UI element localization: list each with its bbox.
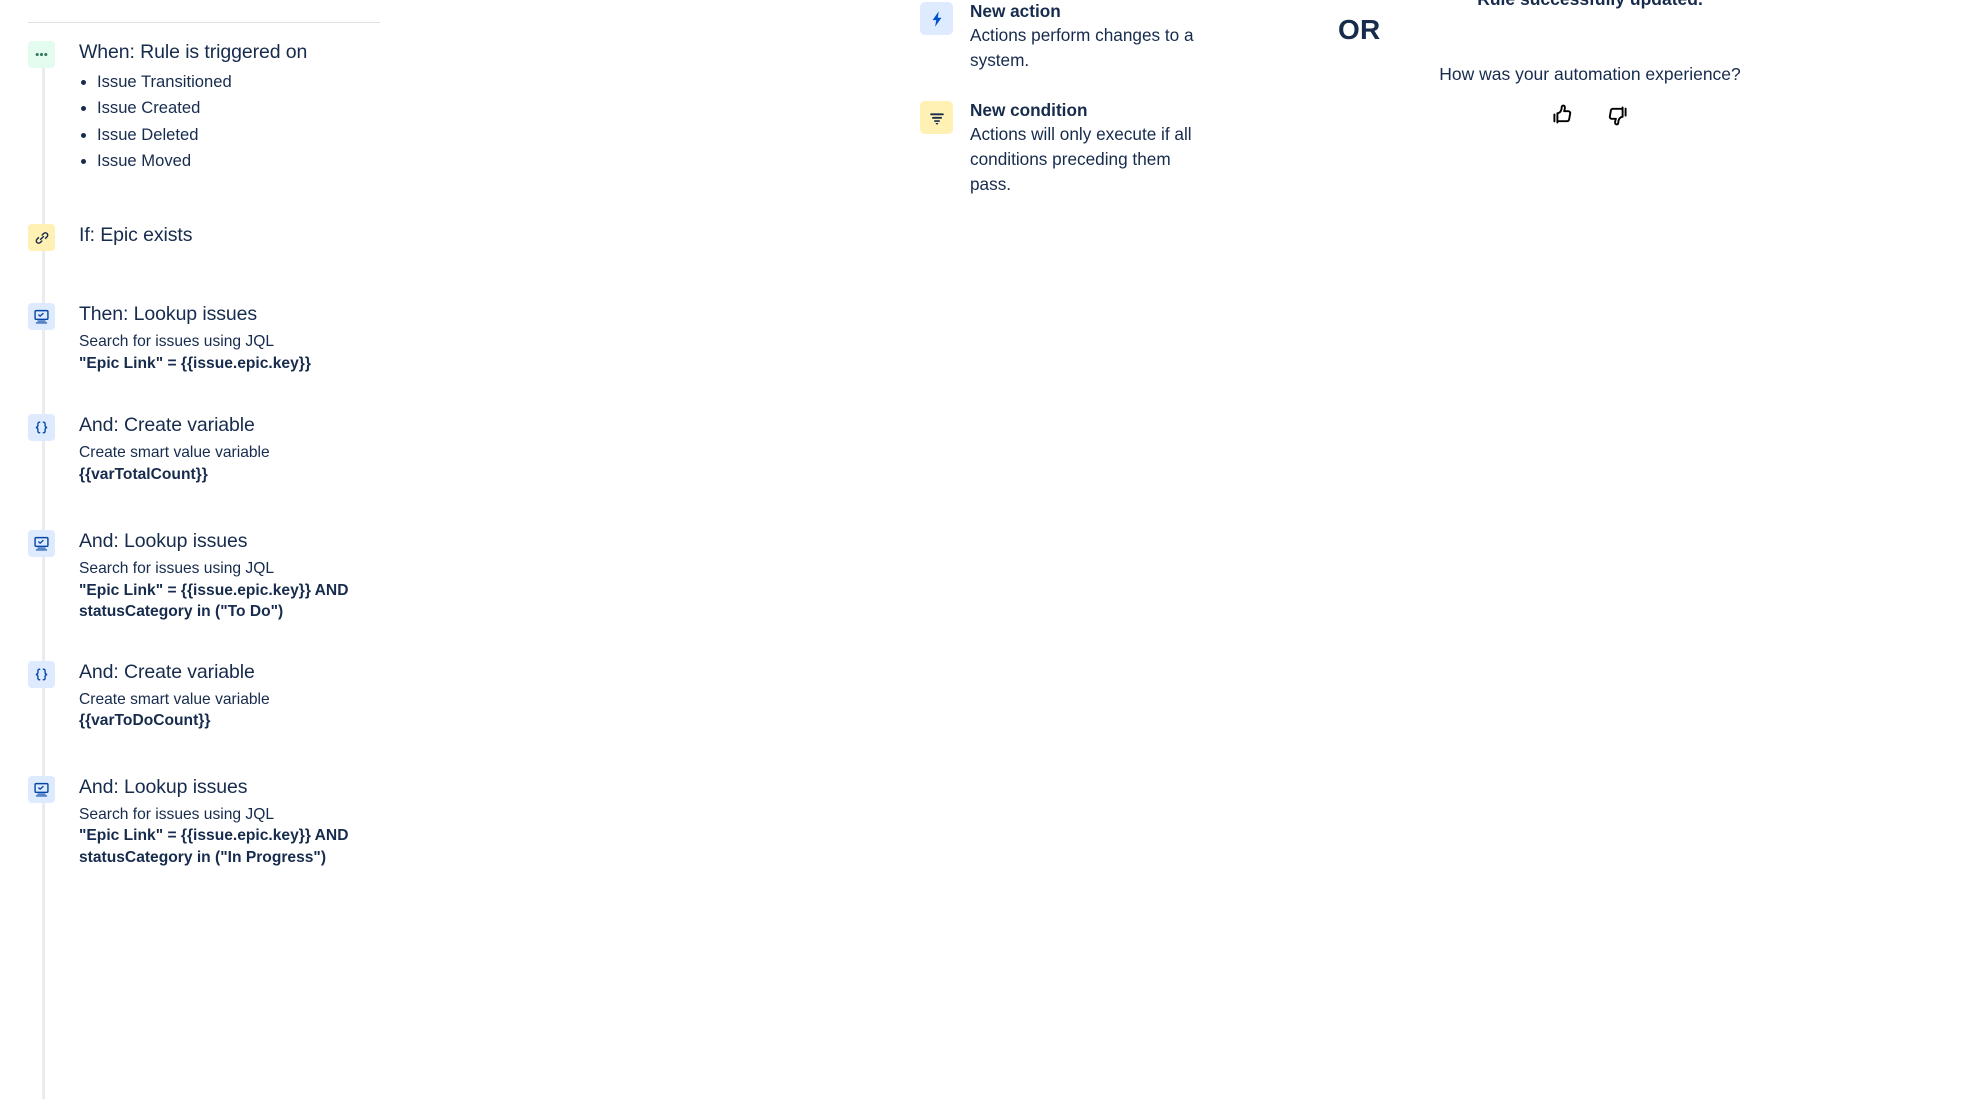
- chain-gap: [0, 251, 420, 302]
- rule-chain-panel: When: Rule is triggered on Issue Transit…: [0, 0, 420, 1099]
- rule-node-create-variable-total[interactable]: And: Create variable Create smart value …: [0, 413, 420, 485]
- rule-node-lookup-issues-inprogress[interactable]: And: Lookup issues Search for issues usi…: [0, 775, 420, 869]
- picker-item-text: New condition Actions will only execute …: [953, 99, 1203, 197]
- rule-node-body: And: Create variable Create smart value …: [55, 660, 270, 732]
- feedback-question: How was your automation experience?: [1439, 64, 1741, 84]
- rule-node-create-variable-todo[interactable]: And: Create variable Create smart value …: [0, 660, 420, 732]
- link-icon: [28, 224, 55, 252]
- rule-node-subtitle: Create smart value variable: [79, 444, 270, 462]
- rule-node-jql: "Epic Link" = {{issue.epic.key}} AND sta…: [79, 827, 349, 866]
- rule-chain: When: Rule is triggered on Issue Transit…: [0, 40, 420, 1099]
- chain-gap: [0, 732, 420, 775]
- rule-node-smart-value: {{varTotalCount}}: [79, 465, 208, 483]
- trigger-event-item: Issue Transitioned: [79, 69, 307, 95]
- rule-node-body: If: Epic exists: [55, 223, 192, 248]
- feedback-panel: Rule successfully updated. How was your …: [1380, 0, 1800, 130]
- rule-node-title: If: Epic exists: [79, 224, 193, 247]
- picker-item-new-action[interactable]: New action Actions perform changes to a …: [920, 0, 1240, 73]
- rule-node-body: And: Lookup issues Search for issues usi…: [55, 775, 355, 869]
- rule-success-message: Rule successfully updated.: [1380, 0, 1800, 10]
- picker-item-title: New condition: [970, 100, 1088, 120]
- rule-node-title: And: Lookup issues: [79, 775, 248, 798]
- rule-node-subtitle: Search for issues using JQL: [79, 805, 275, 823]
- chain-gap: [0, 374, 420, 413]
- thumbs-up-icon: [1548, 101, 1576, 129]
- picker-item-title: New action: [970, 1, 1061, 21]
- curly-braces-icon: [28, 414, 55, 442]
- rule-node-title: When: Rule is triggered on: [79, 41, 308, 63]
- rule-node-body: And: Lookup issues Search for issues usi…: [55, 529, 355, 623]
- thumbs-up-button[interactable]: [1547, 100, 1577, 130]
- rule-node-title: And: Create variable: [79, 660, 255, 683]
- trigger-dots-icon: [28, 41, 55, 68]
- trigger-event-list: Issue Transitioned Issue Created Issue D…: [79, 69, 307, 174]
- trigger-event-item: Issue Deleted: [79, 122, 307, 148]
- rule-node-lookup-issues-todo[interactable]: And: Lookup issues Search for issues usi…: [0, 529, 420, 623]
- picker-item-new-condition[interactable]: New condition Actions will only execute …: [920, 99, 1240, 197]
- lookup-issues-icon: [28, 775, 55, 803]
- rule-node-subtitle: Create smart value variable: [79, 690, 270, 708]
- rule-node-body: Then: Lookup issues Search for issues us…: [55, 302, 311, 374]
- or-separator-label: OR: [1338, 14, 1381, 45]
- rule-node-when-trigger[interactable]: When: Rule is triggered on Issue Transit…: [0, 40, 420, 174]
- rule-node-smart-value: {{varToDoCount}}: [79, 712, 211, 730]
- thumbs-down-button[interactable]: [1603, 100, 1633, 130]
- chain-gap: [0, 623, 420, 660]
- feedback-button-group: [1380, 100, 1800, 130]
- rule-node-title: And: Create variable: [79, 414, 255, 437]
- rule-node-title: Then: Lookup issues: [79, 303, 258, 326]
- lookup-issues-icon: [28, 303, 55, 331]
- rule-node-title: And: Lookup issues: [79, 530, 248, 553]
- rule-node-subtitle: Search for issues using JQL: [79, 333, 275, 351]
- lightning-bolt-icon: [920, 2, 953, 35]
- trigger-event-item: Issue Moved: [79, 148, 307, 174]
- trigger-event-item: Issue Created: [79, 95, 307, 121]
- rule-node-jql: "Epic Link" = {{issue.epic.key}}: [79, 354, 311, 372]
- rule-node-body: When: Rule is triggered on Issue Transit…: [55, 40, 307, 174]
- automation-rule-screen: When: Rule is triggered on Issue Transit…: [0, 0, 1968, 1099]
- filter-icon: [920, 101, 953, 134]
- panel-top-divider: [28, 22, 380, 23]
- rule-node-subtitle: Search for issues using JQL: [79, 560, 275, 578]
- rule-node-if-epic-exists[interactable]: If: Epic exists: [0, 223, 420, 252]
- picker-item-description: Actions perform changes to a system.: [970, 25, 1194, 70]
- picker-item-text: New action Actions perform changes to a …: [953, 0, 1203, 73]
- rule-node-jql: "Epic Link" = {{issue.epic.key}} AND sta…: [79, 581, 349, 621]
- chain-gap: [0, 485, 420, 529]
- picker-item-description: Actions will only execute if all conditi…: [970, 124, 1192, 194]
- chain-gap: [0, 174, 420, 223]
- curly-braces-icon: [28, 660, 55, 688]
- rule-node-body: And: Create variable Create smart value …: [55, 413, 270, 485]
- component-picker: New action Actions perform changes to a …: [920, 0, 1240, 223]
- thumbs-down-icon: [1604, 101, 1632, 129]
- lookup-issues-icon: [28, 530, 55, 558]
- rule-node-then-lookup-issues[interactable]: Then: Lookup issues Search for issues us…: [0, 302, 420, 374]
